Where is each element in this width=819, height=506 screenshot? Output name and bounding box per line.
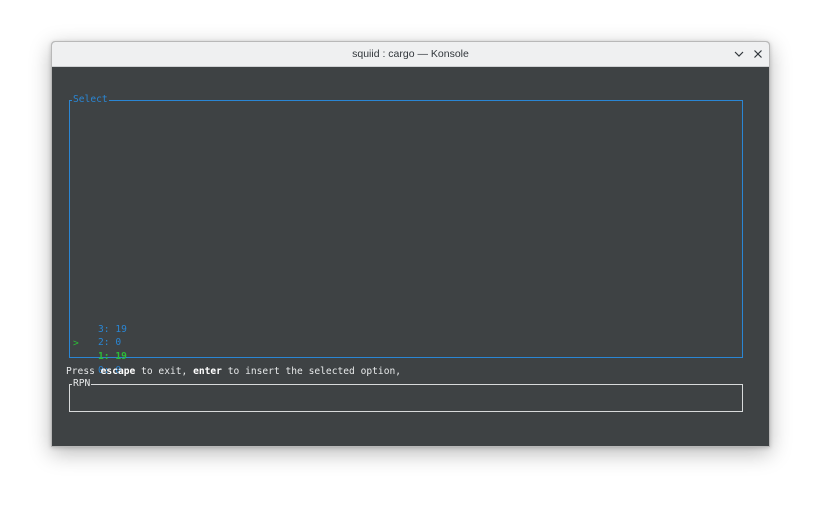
help-text: to exit,: [135, 366, 194, 377]
option-item-selected[interactable]: > 1: 19: [70, 324, 127, 362]
rpn-panel-label: RPN: [72, 378, 92, 390]
enter-key-hint: enter: [193, 366, 222, 377]
option-item[interactable]: 2: 0: [70, 310, 121, 348]
rpn-input-panel[interactable]: RPN: [69, 378, 743, 412]
option-item[interactable]: 0: 0: [70, 338, 121, 376]
minimize-button[interactable]: [731, 46, 747, 62]
help-line: Press escape to exit, enter to insert th…: [66, 365, 401, 378]
terminal-area[interactable]: Select 3: 19 2: 0 > 1: 19 0: 0 Press esc…: [52, 67, 769, 446]
close-icon: [754, 50, 762, 58]
window-title: squiid : cargo — Konsole: [352, 48, 469, 60]
chevron-down-icon: [734, 51, 744, 57]
select-panel-label: Select: [72, 94, 109, 106]
help-text: to insert the selected option,: [221, 366, 402, 377]
konsole-window: squiid : cargo — Konsole Select 3: 19 2:…: [51, 41, 770, 447]
select-panel: Select 3: 19 2: 0 > 1: 19 0: 0: [69, 94, 743, 376]
title-bar[interactable]: squiid : cargo — Konsole: [52, 42, 769, 67]
help-text: Press: [66, 366, 101, 377]
option-item[interactable]: 3: 19: [70, 297, 127, 335]
close-button[interactable]: [750, 46, 766, 62]
escape-key-hint: escape: [100, 366, 136, 377]
